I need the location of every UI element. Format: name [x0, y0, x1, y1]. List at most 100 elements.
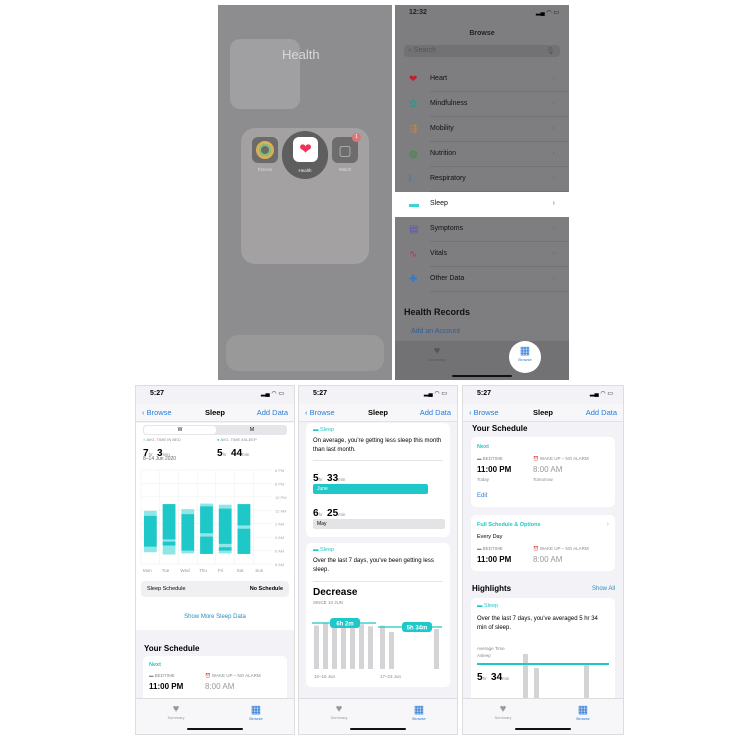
average-text: Over the last 7 days, you've averaged 5 … [477, 616, 598, 631]
heart-icon: ♥ [172, 703, 180, 715]
sleep-tag: ▬ Sleep [313, 427, 335, 433]
week2-label: 17–23 Jun [380, 674, 402, 679]
asleep-bar [237, 504, 251, 526]
add-data-button[interactable]: Add Data [420, 408, 451, 417]
home-indicator [452, 375, 512, 377]
in-bed-legend: ● AVG. TIME IN BED [143, 437, 181, 442]
heart-icon: ❤ [293, 137, 318, 162]
chevron-right-icon: › [552, 150, 555, 157]
category-mobility[interactable]: ⇶ Mobility › [395, 117, 569, 142]
category-heart[interactable]: ❤ Heart › [395, 67, 569, 92]
health-label: Health [298, 168, 312, 173]
search-input[interactable]: ⌕ Search 🎙 [404, 45, 560, 57]
category-symptoms[interactable]: ▤ Symptoms › [395, 217, 569, 242]
chevron-right-icon: › [552, 225, 555, 232]
wake-label: ⏰ WAKE UP – NO ALARM [205, 673, 261, 678]
tab-summary[interactable]: ♥ Summary [483, 703, 523, 720]
tab-bar: ♥ Summary ▦ Browse [299, 698, 457, 734]
category-respiratory[interactable]: ⦚ Respiratory › [395, 167, 569, 192]
browse-screen: 12:32 ▂▄ ◠ ▭ Browse ⌕ Search 🎙 ❤ Heart › ✿ Mi… [395, 5, 569, 380]
wake-value: 8:00 AM [533, 465, 563, 474]
y-tick-label: 4 AM [275, 535, 284, 540]
status-icons: ▂▄ ◠ ▭ [589, 391, 613, 397]
watch-label: Watch [338, 167, 352, 172]
day-bar [434, 629, 439, 669]
divider [313, 581, 443, 582]
full-schedule-link[interactable]: Full Schedule & Options [477, 522, 541, 528]
bedtime-label: ▬ BEDTIME [477, 456, 503, 461]
category-list: ❤ Heart › ✿ Mindfulness › ⇶ Mobility › ◍ Nutrition… [395, 67, 569, 292]
lungs-icon: ⦚ [409, 174, 412, 185]
day-bar [380, 625, 385, 669]
since-label: SINCE 10 JUN [313, 600, 344, 605]
tab-browse[interactable]: ▦ Browse [509, 341, 541, 373]
heart-icon: ♥ [499, 703, 507, 715]
grid-icon: ▦ [250, 704, 262, 716]
tab-browse[interactable]: ▦ Browse [563, 703, 603, 721]
status-time: 5:27 [477, 390, 492, 397]
category-vitals[interactable]: ∿ Vitals › [395, 242, 569, 267]
average-label: 5h 34m [407, 626, 428, 632]
nav-bar: ‹ Browse Sleep Add Data [136, 404, 294, 422]
category-label: Mobility [430, 125, 454, 132]
tab-summary[interactable]: ♥ Summary [417, 345, 457, 362]
tab-bar: ♥ Summary ▦ Browse [395, 341, 569, 380]
grid-icon: ▦ [519, 345, 531, 357]
category-nutrition[interactable]: ◍ Nutrition › [395, 142, 569, 167]
watch-icon: ▢ [338, 142, 352, 158]
today-label: Today [477, 477, 490, 482]
chevron-right-icon: › [552, 250, 555, 257]
full-schedule-card[interactable]: Full Schedule & Options › Every Day ▬ BE… [471, 515, 615, 571]
sleep-tag: ▬ Sleep [477, 603, 499, 609]
sleep-schedule-row[interactable]: Sleep Schedule No Schedule [141, 581, 289, 597]
asleep-legend: ● AVG. TIME ASLEEP [217, 437, 257, 442]
next-schedule-card[interactable]: Next ▬ BEDTIME ⏰ WAKE UP – NO ALARM 11:0… [471, 437, 615, 507]
asleep-bar [181, 514, 195, 551]
fitness-app[interactable] [252, 137, 278, 163]
bedtime-label: ▬ BEDTIME [477, 546, 503, 551]
sleep-highlights-screen: 5:27 ▂▄ ◠ ▭ ‹ Browse Sleep Add Data ▬ Sl… [298, 385, 458, 735]
tab-summary[interactable]: ♥ Summary [319, 703, 359, 720]
show-all-link[interactable]: Show All [592, 586, 615, 592]
x-tick-label: Thu [199, 568, 207, 573]
category-label: Heart [430, 75, 448, 82]
category-sleep[interactable]: ▬ Sleep › [395, 192, 569, 217]
health-app-highlight[interactable]: ❤ Health [282, 131, 328, 179]
grid-icon: ▦ [413, 704, 425, 716]
day-bar [323, 622, 328, 669]
asleep-bar [144, 515, 157, 547]
chevron-right-icon: › [552, 100, 555, 107]
tab-summary[interactable]: ♥ Summary [156, 703, 196, 720]
average-sleep-card[interactable]: ▬ Sleep Over the last 7 days, you've ave… [471, 598, 615, 718]
y-tick-label: 10 PM [275, 495, 287, 500]
segment-month[interactable]: M [217, 426, 287, 434]
every-day-label: Every Day [477, 534, 503, 540]
weekly-comparison-card[interactable]: ▬ Sleep Over the last 7 days, you've bee… [306, 543, 450, 687]
add-data-button[interactable]: Add Data [586, 408, 617, 417]
category-label: Nutrition [430, 150, 457, 157]
wake-label: ⏰ WAKE UP – NO ALARM [533, 546, 589, 551]
show-more-sleep-data-link[interactable]: Show More Sleep Data [136, 614, 294, 620]
add-account-link[interactable]: Add an Account [411, 328, 460, 335]
segment-week[interactable]: W [144, 426, 216, 434]
divider [430, 291, 569, 292]
edit-button[interactable]: Edit [477, 493, 487, 499]
asleep-bar [237, 528, 251, 554]
sleep-tag: ▬ Sleep [313, 547, 335, 553]
period-segmented-control[interactable]: W M [143, 425, 287, 435]
chevron-right-icon: › [552, 275, 555, 282]
arrows-icon: ⇶ [409, 124, 418, 135]
category-other-data[interactable]: ✚ Other Data › [395, 267, 569, 292]
tab-browse[interactable]: ▦ Browse [399, 703, 439, 721]
health-records-heading: Health Records [404, 307, 471, 317]
average-label: 6h 2m [336, 622, 353, 628]
day-bar [368, 626, 373, 669]
tab-browse[interactable]: ▦ Browse [236, 703, 276, 721]
category-mindfulness[interactable]: ✿ Mindfulness › [395, 92, 569, 117]
tab-bar: ♥ Summary ▦ Browse [136, 698, 294, 734]
monthly-comparison-card[interactable]: ▬ Sleep On average, you're getting less … [306, 423, 450, 537]
add-data-button[interactable]: Add Data [257, 408, 288, 417]
apple-icon: ◍ [409, 149, 418, 160]
heart-icon: ❤ [409, 74, 418, 85]
asleep-bar [200, 506, 213, 534]
